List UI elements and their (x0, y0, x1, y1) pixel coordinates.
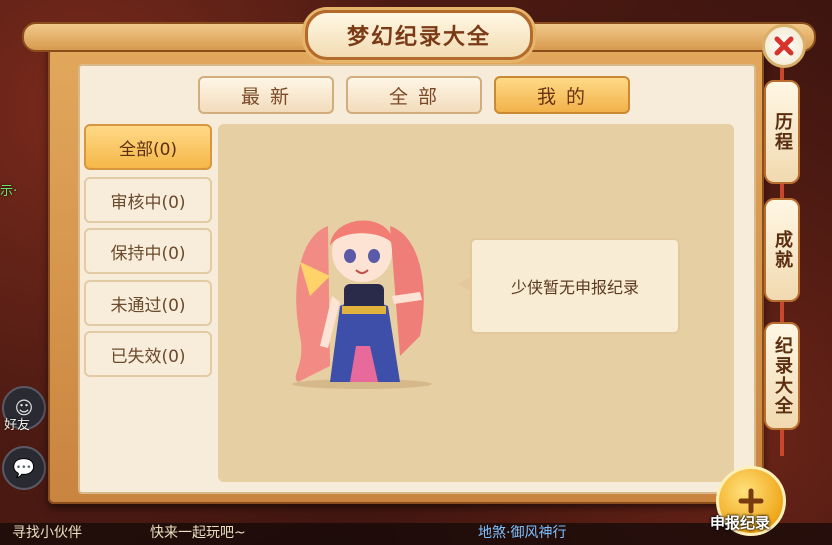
filter-expired[interactable]: 已失效(0) (84, 331, 212, 377)
friend-label[interactable]: 好友 (4, 414, 30, 433)
tab-latest[interactable]: 最新 (198, 76, 334, 114)
background-text-green: 示· (0, 184, 18, 199)
filter-reviewing[interactable]: 审核中(0) (84, 177, 212, 223)
report-record-label[interactable]: 申报纪录 (710, 512, 770, 533)
side-tab-records-label: 纪录大全 (772, 336, 793, 416)
filter-holding[interactable]: 保持中(0) (84, 228, 212, 274)
chat-text-right: 地煞·御风神行 (478, 525, 567, 541)
side-tab-records[interactable]: 纪录大全 (764, 322, 800, 430)
filter-all-label: 全部(0) (118, 139, 178, 160)
filter-reviewing-label: 审核中(0) (110, 192, 186, 213)
tab-mine-label: 我的 (536, 85, 595, 108)
tab-all-label: 全部 (388, 85, 447, 108)
tab-all[interactable]: 全部 (346, 76, 482, 114)
empty-state-message: 少侠暂无申报纪录 (510, 278, 639, 297)
chat-text-left: 寻找小伙伴 (12, 525, 82, 541)
tab-latest-label: 最新 (240, 85, 299, 108)
filter-rejected[interactable]: 未通过(0) (84, 280, 212, 326)
empty-state-bubble: 少侠暂无申报纪录 (458, 238, 680, 334)
side-tab-achievements[interactable]: 成就 (764, 198, 800, 302)
chat-bubble-icon[interactable]: 💬 (2, 446, 46, 490)
filter-expired-label: 已失效(0) (110, 346, 186, 367)
chat-bar: 寻找小伙伴 快来一起玩吧~ 地煞·御风神行 (0, 523, 832, 545)
close-icon (774, 36, 794, 56)
side-tab-history-label: 历程 (772, 112, 793, 152)
tab-mine[interactable]: 我的 (494, 76, 630, 114)
title-plate: 梦幻纪录大全 (305, 10, 533, 60)
plus-icon (738, 488, 764, 514)
chat-text-middle: 快来一起玩吧~ (150, 525, 246, 541)
filter-all[interactable]: 全部(0) (84, 124, 212, 170)
side-tab-achievements-label: 成就 (772, 230, 793, 270)
side-tab-history[interactable]: 历程 (764, 80, 800, 184)
filter-rejected-label: 未通过(0) (110, 295, 186, 316)
character-illustration (292, 220, 432, 389)
page-title: 梦幻纪录大全 (346, 25, 491, 50)
close-button[interactable] (762, 24, 806, 68)
filter-holding-label: 保持中(0) (110, 243, 186, 264)
